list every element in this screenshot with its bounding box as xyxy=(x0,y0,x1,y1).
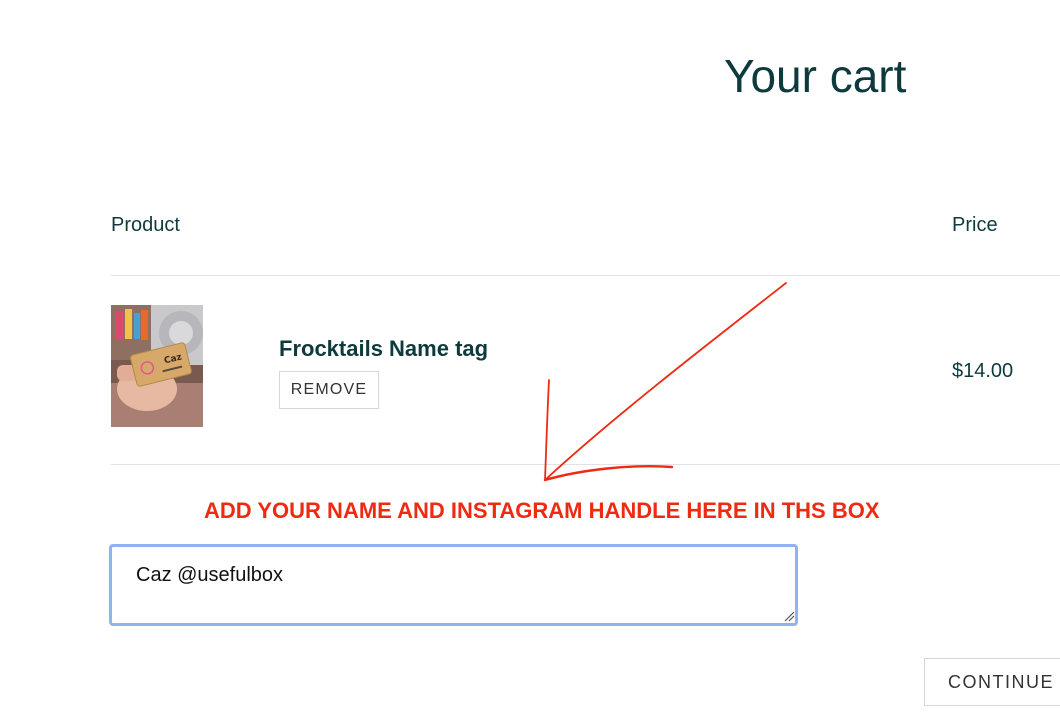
page-title: Your cart xyxy=(724,50,907,102)
resize-handle-icon[interactable] xyxy=(783,610,795,622)
table-divider-bottom xyxy=(111,464,1060,465)
product-price: $14.00 xyxy=(952,360,1014,382)
product-image[interactable]: Caz xyxy=(111,305,203,427)
product-name[interactable]: Frocktails Name tag xyxy=(279,336,488,362)
continue-shopping-button[interactable]: CONTINUE S xyxy=(924,658,1060,706)
table-divider-top xyxy=(111,275,1060,276)
annotation-instruction-text: ADD YOUR NAME AND INSTAGRAM HANDLE HERE … xyxy=(204,498,880,523)
cart-note-textarea[interactable]: Caz @usefulbox xyxy=(109,544,798,626)
remove-button[interactable]: REMOVE xyxy=(279,371,379,409)
column-header-price: Price xyxy=(952,214,998,236)
column-header-product: Product xyxy=(111,214,180,236)
